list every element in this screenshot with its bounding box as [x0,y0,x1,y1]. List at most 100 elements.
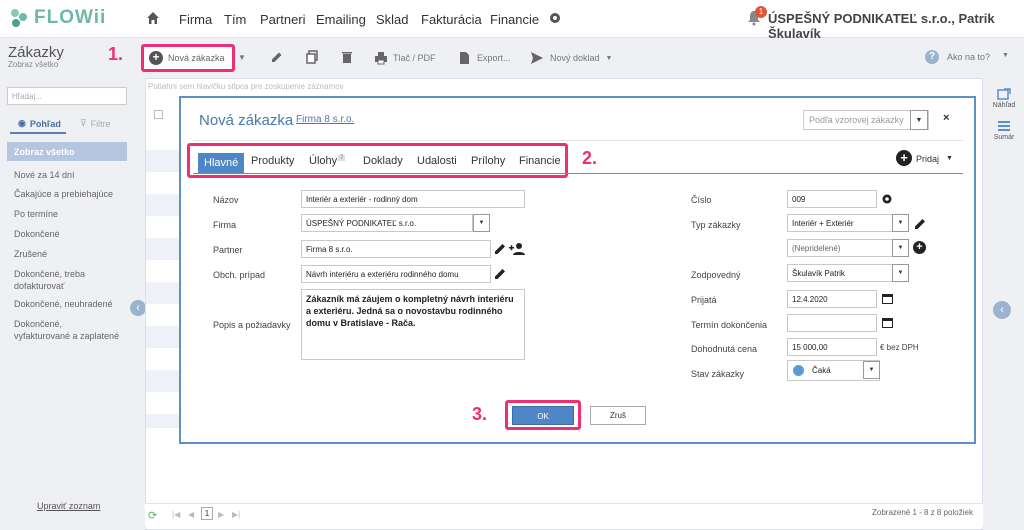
status-label: Stav zákazky [691,369,745,379]
preview-button[interactable]: Náhľad [988,88,1020,109]
sidebar-item-overdue[interactable]: Po termíne [7,208,127,220]
sidebar-item-to-invoice[interactable]: Dokončené, treba dofakturovať [7,268,127,292]
tab-view[interactable]: ◉ Pohľad [18,118,61,129]
nav-firma[interactable]: Firma [179,12,212,27]
partner-input[interactable]: Firma 8 s.r.o. [301,240,491,258]
status-value: Čaká [812,366,831,375]
sidebar-search-input[interactable]: Hľadaj... [7,87,127,105]
copy-icon[interactable] [305,50,319,64]
type2-select[interactable]: (Nepridelené) [787,239,893,257]
new-order-dialog: Nová zákazka Firma 8 s.r.o. Podľa vzorov… [179,96,976,444]
close-icon[interactable]: × [943,112,949,124]
home-icon[interactable] [146,11,160,25]
sidebar-item-unpaid[interactable]: Dokončené, neuhradené [7,298,127,310]
cancel-button[interactable]: Zruš [590,406,646,425]
company-user-menu[interactable]: ÚSPEŠNÝ PODNIKATEĽ s.r.o., Patrik Škulav… [768,11,1024,41]
tab-filters[interactable]: ⊽ Filtre [80,118,111,129]
sidebar-item-pending[interactable]: Čakajúce a prebiehajúce [7,188,127,200]
edit-list-link[interactable]: Upraviť zoznam [37,501,100,511]
type-edit-pencil-icon[interactable] [914,217,927,230]
new-document-button[interactable]: Nový doklad ▼ [530,51,612,65]
tab-documents[interactable]: Doklady [363,155,403,167]
type2-chevron-down-icon[interactable]: ▼ [892,239,909,257]
add-dropdown-caret[interactable]: ▼ [946,155,953,162]
export-button[interactable]: Export... [457,51,511,65]
last-page-icon[interactable]: ▶| [232,510,240,519]
case-edit-pencil-icon[interactable] [494,267,507,280]
summary-button[interactable]: Sumár [988,120,1020,141]
add-type-plus-icon[interactable]: + [913,241,926,254]
nav-emailing[interactable]: Emailing [316,12,366,27]
sidebar-item-completed[interactable]: Dokončené [7,228,127,240]
type-chevron-down-icon[interactable]: ▼ [892,214,909,232]
description-textarea[interactable]: Zákazník má záujem o kompletný návrh int… [301,289,525,360]
new-order-dropdown-caret[interactable]: ▼ [238,53,246,62]
dialog-title: Nová zákazka [199,112,294,129]
tab-products[interactable]: Produkty [251,155,294,167]
owner-chevron-down-icon[interactable]: ▼ [892,264,909,282]
number-settings-gear-icon[interactable] [881,193,893,205]
template-order-select[interactable]: Podľa vzorovej zákazky ▼ [803,110,929,130]
case-input[interactable]: Návrh interiéru a exteriéru rodinného do… [301,265,491,283]
nav-tim[interactable]: Tím [224,12,246,27]
status-chevron-down-icon[interactable]: ▼ [863,361,880,379]
print-pdf-button[interactable]: Tlač / PDF [374,51,436,65]
new-order-label: Nová zákazka [168,53,225,63]
page-subtitle: Zobraz všetko [8,60,59,69]
preview-external-icon [997,88,1011,100]
records-count: Zobrazené 1 - 8 z 8 položiek [872,508,973,517]
price-input[interactable]: 15 000,00 [787,338,877,356]
firm-chevron-down-icon[interactable]: ▼ [473,214,490,232]
tab-attachments[interactable]: Prílohy [471,155,505,167]
name-input[interactable]: Interiér a exteriér - rodinný dom [301,190,525,208]
add-button-label[interactable]: Pridaj [916,154,939,164]
collapse-sidebar-chevron-icon[interactable]: ‹ [130,300,146,316]
number-input[interactable]: 009 [787,190,877,208]
logo[interactable]: FLOWii [8,7,106,29]
edit-pencil-icon[interactable] [270,50,284,64]
status-select[interactable]: Čaká ▼ [787,360,880,381]
nav-financie[interactable]: Financie [490,12,539,27]
current-page[interactable]: 1 [201,507,213,520]
chevron-down-icon[interactable]: ▼ [910,110,928,130]
sidebar-item-show-all[interactable]: Zobraz všetko [7,142,127,161]
help-question-icon[interactable]: ? [925,50,939,64]
owner-select[interactable]: Škulavík Patrik [787,264,893,282]
firm-select[interactable]: ÚSPEŠNÝ PODNIKATEĽ s.r.o. [301,214,473,232]
new-order-button[interactable]: + Nová zákazka [141,44,235,72]
help-dropdown-caret[interactable]: ▼ [1002,52,1009,59]
add-person-icon[interactable] [509,242,525,255]
sidebar-item-new-14-days[interactable]: Nové za 14 dní [7,169,127,181]
page-title: Zákazky [8,44,64,61]
delete-trash-icon[interactable] [340,50,354,64]
tab-tasks[interactable]: Úlohy 7 [309,155,346,167]
received-calendar-icon[interactable] [882,293,893,304]
nav-fakturacia[interactable]: Fakturácia [421,12,482,27]
dialog-firm-link[interactable]: Firma 8 s.r.o. [296,114,354,125]
add-plus-circle-icon[interactable]: + [896,150,912,166]
sidebar-item-cancelled[interactable]: Zrušené [7,248,127,260]
step-marker-3: 3. [472,404,488,424]
first-page-icon[interactable]: |◀ [172,510,180,519]
prev-page-icon[interactable]: ◀ [188,510,194,519]
ok-button[interactable]: OK [512,406,574,425]
sidebar-item-paid[interactable]: Dokončené, vyfakturované a zaplatené [7,318,127,342]
help-link[interactable]: Ako na to? [947,52,990,62]
new-document-caret: ▼ [605,54,613,62]
deadline-calendar-icon[interactable] [882,317,893,328]
type-select[interactable]: Interiér + Exteriér [787,214,893,232]
firm-label: Firma [213,220,236,230]
settings-gear-icon[interactable] [548,11,562,25]
partner-edit-pencil-icon[interactable] [494,242,507,255]
tab-events[interactable]: Udalosti [417,155,457,167]
nav-sklad[interactable]: Sklad [376,12,409,27]
refresh-icon[interactable]: ⟳ [148,509,157,522]
next-page-icon[interactable]: ▶ [218,510,224,519]
tab-main[interactable]: Hlavné [198,153,245,173]
tab-finance[interactable]: Financie [519,155,561,167]
received-date-input[interactable]: 12.4.2020 [787,290,877,308]
nav-partneri[interactable]: Partneri [260,12,306,27]
collapse-right-chevron-icon[interactable]: ‹ [993,301,1011,319]
select-all-checkbox[interactable] [154,110,163,119]
deadline-date-input[interactable] [787,314,877,332]
